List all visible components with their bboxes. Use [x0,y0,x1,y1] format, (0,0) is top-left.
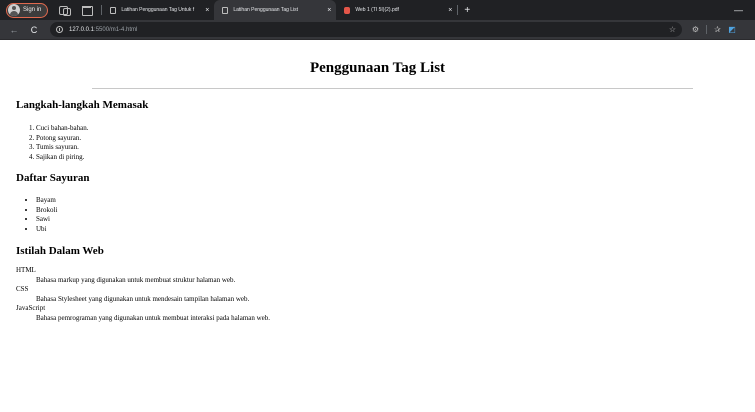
heading-daftar-sayuran: Daftar Sayuran [16,172,90,184]
pdf-icon [344,6,351,14]
minimize-button[interactable]: — [734,5,743,15]
new-tab-button[interactable]: + [464,5,470,16]
workspaces-icon[interactable] [57,3,72,17]
tab-title: Latihan Penggunaan Tag Untuk f [121,7,195,13]
url-host: 127.0.0.1 [69,26,95,33]
term: JavaScript [16,304,46,312]
list-item: Brokoli [36,206,57,216]
back-button[interactable]: ← [6,25,22,35]
tab-title: Web 1 (TI 5I)(2).pdf [355,7,399,13]
page-icon [110,6,117,14]
reload-button[interactable]: C [26,25,42,35]
avatar-icon [8,4,20,16]
cooking-steps-list: Cuci bahan-bahan. Potong sayuran. Tumis … [36,124,88,162]
favorites-icon[interactable]: ✰ [710,25,725,34]
sign-in-button[interactable]: Sign in [6,2,49,18]
tab-latihan-tag-list[interactable]: Latihan Penggunaan Tag List × [214,0,337,20]
tab-close-icon[interactable]: × [448,7,452,14]
tab-web-pdf[interactable]: Web 1 (TI 5I)(2).pdf × [336,0,457,20]
toolbar-divider [706,25,707,34]
definition: Bahasa pemrograman yang digunakan untuk … [36,313,271,322]
page-title: Penggunaan Tag List [309,60,446,76]
heading-istilah-web: Istilah Dalam Web [16,245,104,257]
list-item: Tumis sayuran. [36,143,88,153]
favorite-star-icon[interactable]: ☆ [669,25,676,34]
tab-title: Latihan Penggunaan Tag List [233,7,299,13]
sign-in-label: Sign in [23,7,42,13]
tab-latihan-tag-untuk[interactable]: Latihan Penggunaan Tag Untuk f × [102,0,214,20]
tab-actions-icon[interactable] [80,3,94,17]
page-icon [222,6,229,14]
term: HTML [16,266,36,274]
tab-close-icon[interactable]: × [327,7,331,14]
definition: Bahasa Stylesheet yang digunakan untuk m… [36,294,250,303]
url-path: :5500/m1-4.html [94,26,138,33]
tab-strip: Sign in Latihan Penggunaan Tag Untuk f ×… [0,0,755,20]
title-divider [92,88,693,89]
tab-divider [457,5,459,15]
list-item: Potong sayuran. [36,134,88,144]
web-terms-list: HTML Bahasa markup yang digunakan untuk … [16,266,270,323]
vegetable-list: Bayam Brokoli Sawi Ubi [36,196,57,234]
copilot-icon[interactable]: ◩ [725,25,739,34]
list-item: Ubi [36,225,57,235]
list-item: Bayam [36,196,57,206]
list-item: Sawi [36,215,57,225]
browser-toolbar: ← C 127.0.0.1:5500/m1-4.html ☆ ⚙ ✰ ◩ [0,20,755,40]
site-info-icon[interactable] [56,26,63,33]
page-content: Penggunaan Tag List Langkah-langkah Mema… [0,41,755,412]
term: CSS [16,285,29,293]
tab-close-icon[interactable]: × [205,7,209,14]
definition: Bahasa markup yang digunakan untuk membu… [36,275,236,284]
address-bar[interactable]: 127.0.0.1:5500/m1-4.html ☆ [50,22,682,37]
extensions-icon[interactable]: ⚙ [688,25,703,34]
list-item: Cuci bahan-bahan. [36,124,88,134]
heading-langkah-memasak: Langkah-langkah Memasak [16,99,149,111]
list-item: Sajikan di piring. [36,153,88,163]
